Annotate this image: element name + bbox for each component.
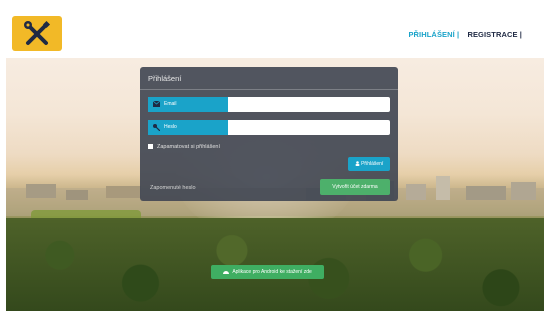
- password-label: Heslo: [164, 124, 177, 130]
- forgot-password-link[interactable]: Zapomenuté heslo: [150, 185, 196, 191]
- android-icon: [223, 271, 230, 275]
- email-field[interactable]: [228, 97, 390, 112]
- user-icon: [355, 161, 360, 167]
- top-nav: PŘIHLÁŠENÍ | REGISTRACE |: [408, 30, 522, 39]
- android-app-button[interactable]: Aplikace pro Android ke stažení zde: [211, 265, 324, 279]
- remember-row[interactable]: Zapamatovat si přihlášení: [148, 144, 220, 150]
- divider: [140, 89, 398, 90]
- panel-title: Přihlášení: [148, 74, 182, 83]
- login-button[interactable]: Přihlášení: [348, 157, 390, 171]
- wrench-screwdriver-icon: [24, 20, 51, 45]
- email-row: Email: [148, 97, 390, 112]
- logo[interactable]: [12, 16, 62, 51]
- android-button-label: Aplikace pro Android ke stažení zde: [232, 269, 312, 275]
- password-label-box: Heslo: [148, 120, 228, 135]
- remember-label: Zapamatovat si přihlášení: [157, 144, 220, 150]
- create-account-button[interactable]: Vytvořit účet zdarma: [320, 179, 390, 195]
- email-label-box: Email: [148, 97, 228, 112]
- email-label: Email: [164, 101, 177, 107]
- remember-checkbox[interactable]: [148, 144, 153, 150]
- key-icon: [153, 124, 160, 131]
- envelope-icon: [153, 101, 160, 107]
- login-button-label: Přihlášení: [361, 161, 384, 167]
- login-panel: Přihlášení Email Heslo Zapamatovat si př…: [140, 67, 398, 201]
- nav-login-link[interactable]: PŘIHLÁŠENÍ |: [408, 30, 459, 39]
- nav-register-link[interactable]: REGISTRACE |: [467, 30, 522, 39]
- password-field[interactable]: [228, 120, 390, 135]
- password-row: Heslo: [148, 120, 390, 135]
- header: PŘIHLÁŠENÍ | REGISTRACE |: [0, 0, 544, 58]
